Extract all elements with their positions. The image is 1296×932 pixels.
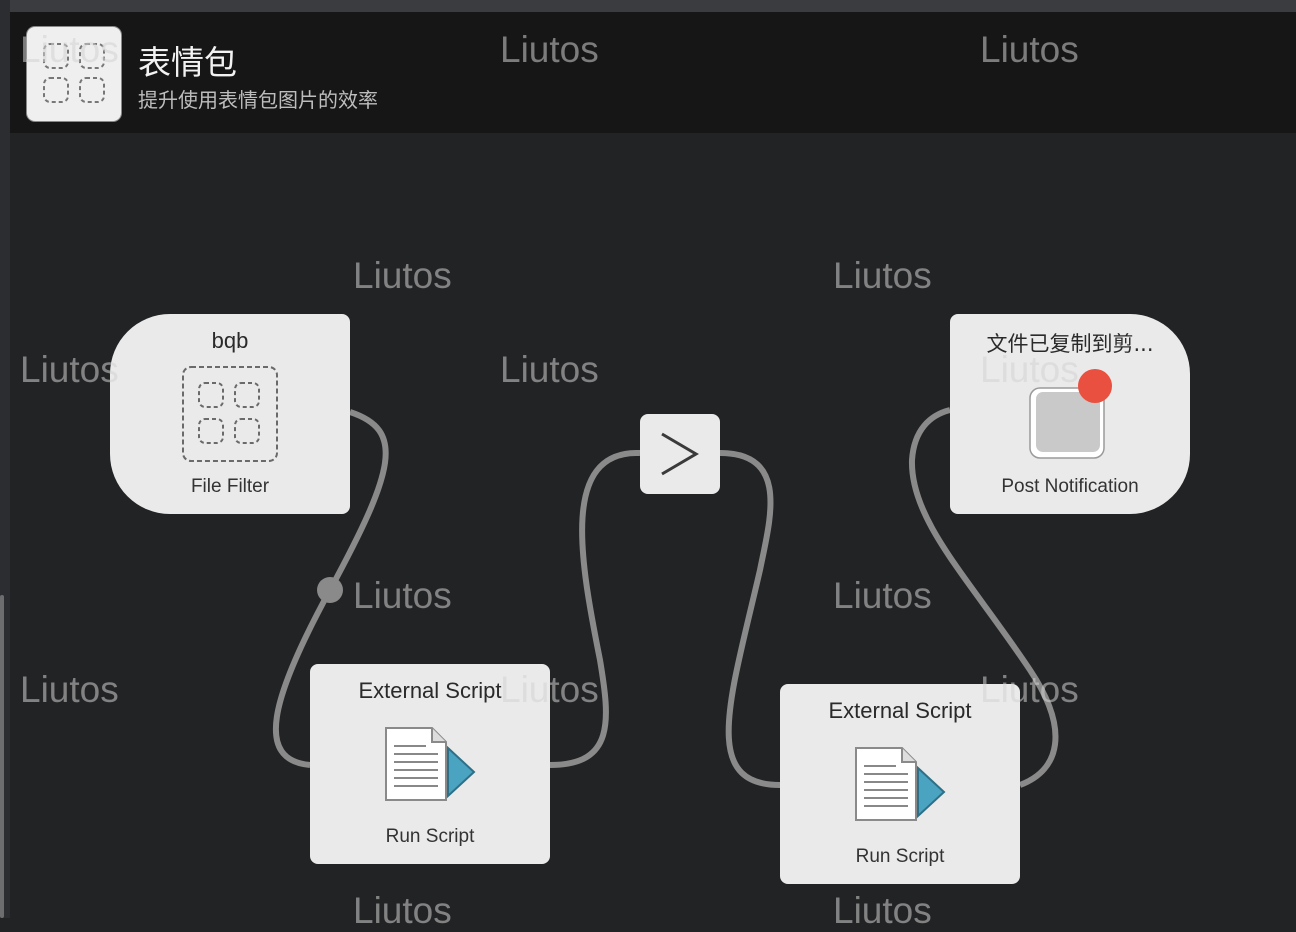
run-script-node-1[interactable]: External Script Run Script [310,664,550,864]
script-document-icon [855,747,946,821]
dashed-grid-icon [182,366,278,462]
notification-title: 文件已复制到剪... [986,332,1154,356]
wire-conditional-to-script2 [719,450,781,788]
file-filter-keyword: bqb [211,328,249,353]
file-filter-node[interactable]: bqb File Filter [110,314,350,514]
script-document-icon [385,727,476,801]
notification-type: Post Notification [1001,476,1139,497]
post-notification-node[interactable]: 文件已复制到剪... Post Notification [950,314,1190,514]
wire-junction-dot [317,577,343,603]
run-script-node-2[interactable]: External Script Run Script [780,684,1020,884]
run-script-title: External Script [828,698,972,723]
file-filter-type: File Filter [190,476,270,497]
conditional-node[interactable] [640,414,720,494]
run-script-type: Run Script [385,826,475,847]
notification-app-icon [1029,369,1112,459]
run-script-type: Run Script [855,846,945,867]
run-script-title: External Script [358,678,502,703]
wire-script1-to-conditional [549,449,641,768]
chevron-right-icon [661,432,699,476]
